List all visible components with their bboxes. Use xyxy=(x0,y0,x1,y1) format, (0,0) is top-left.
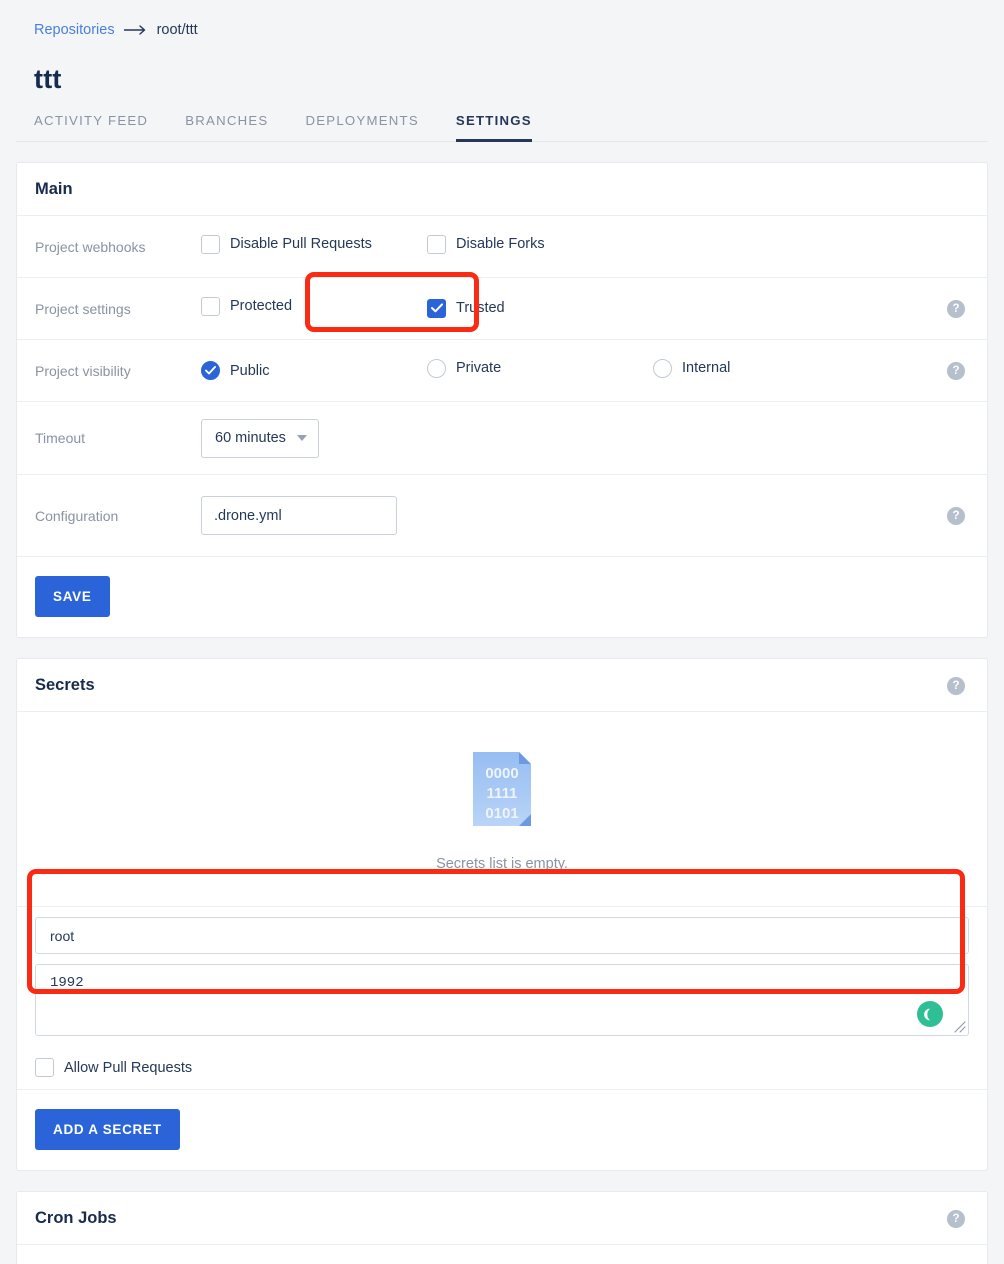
svg-text:0101: 0101 xyxy=(485,805,518,822)
secret-value-row: 1992 xyxy=(17,954,987,1046)
checkbox-box-icon xyxy=(427,298,446,318)
row-project-webhooks: Project webhooks Disable Pull Requests D… xyxy=(17,216,987,278)
configuration-field xyxy=(201,496,947,535)
main-card-title: Main xyxy=(35,180,73,198)
row-project-visibility: Project visibility Public Private Intern… xyxy=(17,340,987,402)
secret-value-wrapper: 1992 xyxy=(35,964,969,1036)
tab-settings[interactable]: SETTINGS xyxy=(455,113,532,142)
tab-branches[interactable]: BRANCHES xyxy=(185,113,268,142)
tab-bar: ACTIVITY FEED BRANCHES DEPLOYMENTS SETTI… xyxy=(16,113,988,142)
radio-label: Internal xyxy=(682,360,731,376)
radio-label: Public xyxy=(230,362,270,379)
main-settings-card: Main Project webhooks Disable Pull Reque… xyxy=(16,162,988,638)
cron-card-body xyxy=(17,1245,987,1264)
radio-private[interactable]: Private xyxy=(427,358,502,378)
timeout-select[interactable]: 60 minutes xyxy=(201,418,319,458)
secrets-card-header: Secrets ? xyxy=(17,659,987,712)
allow-pull-requests-row: Allow Pull Requests xyxy=(17,1046,987,1090)
configuration-input[interactable] xyxy=(201,496,397,535)
tab-deployments[interactable]: DEPLOYMENTS xyxy=(305,113,418,142)
checkbox-label: Trusted xyxy=(456,300,505,317)
radio-circle-icon xyxy=(201,361,220,380)
checkbox-box-icon xyxy=(35,1058,54,1077)
breadcrumb-repositories-link[interactable]: Repositories xyxy=(34,22,115,38)
page-title: ttt xyxy=(34,64,62,94)
svg-text:1111: 1111 xyxy=(487,785,518,802)
secrets-empty-state: 0000 1111 0101 Secrets list is empty. xyxy=(17,712,987,907)
row-project-settings: Project settings Protected Trusted ? xyxy=(17,278,987,340)
save-button[interactable]: SAVE xyxy=(35,576,110,617)
arrow-right-icon xyxy=(123,25,148,35)
row-configuration: Configuration ? xyxy=(17,475,987,557)
secrets-card-title: Secrets xyxy=(35,676,95,694)
breadcrumb-current: root/ttt xyxy=(156,22,198,38)
project-webhooks-options: Disable Pull Requests Disable Forks xyxy=(201,234,965,259)
secrets-card: Secrets ? 0000 1111 0101 Secrets list is… xyxy=(16,658,988,1171)
help-icon-project-visibility[interactable]: ? xyxy=(947,361,965,380)
secret-name-row xyxy=(17,907,987,954)
cron-card-header: Cron Jobs ? xyxy=(17,1192,987,1245)
main-save-row: SAVE xyxy=(17,557,987,637)
tab-activity-feed[interactable]: ACTIVITY FEED xyxy=(34,113,148,142)
svg-text:0000: 0000 xyxy=(485,765,518,782)
chevron-down-icon xyxy=(297,435,307,441)
help-icon-project-settings[interactable]: ? xyxy=(947,299,965,318)
help-icon-configuration[interactable]: ? xyxy=(947,506,965,525)
secret-name-input[interactable] xyxy=(35,917,969,954)
checkbox-label: Disable Pull Requests xyxy=(230,236,372,252)
row-label-project-webhooks: Project webhooks xyxy=(35,238,146,255)
row-label-project-settings: Project settings xyxy=(35,300,131,317)
checkbox-label: Protected xyxy=(230,298,293,314)
checkbox-box-icon xyxy=(427,234,446,254)
checkbox-protected[interactable]: Protected xyxy=(201,296,293,316)
breadcrumb: Repositories root/ttt xyxy=(16,0,988,38)
help-icon-cron-jobs[interactable]: ? xyxy=(947,1209,965,1228)
row-label-project-visibility: Project visibility xyxy=(35,362,131,379)
radio-internal[interactable]: Internal xyxy=(653,358,731,378)
loading-spinner-icon[interactable] xyxy=(917,1001,943,1027)
radio-public[interactable]: Public xyxy=(201,361,270,380)
project-settings-options: Protected Trusted xyxy=(201,296,947,321)
checkbox-disable-pull-requests[interactable]: Disable Pull Requests xyxy=(201,234,372,254)
settings-page: Repositories root/ttt ttt ACTIVITY FEED … xyxy=(0,0,1004,1264)
radio-circle-icon xyxy=(427,358,446,378)
binary-file-icon: 0000 1111 0101 xyxy=(471,750,533,828)
radio-label: Private xyxy=(456,360,502,376)
help-icon-secrets[interactable]: ? xyxy=(947,676,965,695)
timeout-select-value: 60 minutes xyxy=(215,430,286,446)
checkbox-label: Allow Pull Requests xyxy=(64,1059,193,1076)
checkbox-label: Disable Forks xyxy=(456,236,545,252)
cron-jobs-card: Cron Jobs ? xyxy=(16,1191,988,1264)
checkbox-disable-forks[interactable]: Disable Forks xyxy=(427,234,545,254)
secrets-empty-text: Secrets list is empty. xyxy=(436,856,568,872)
project-visibility-options: Public Private Internal xyxy=(201,358,947,383)
checkbox-box-icon xyxy=(201,296,220,316)
secret-value-textarea[interactable]: 1992 xyxy=(35,964,969,1036)
add-a-secret-button[interactable]: ADD A SECRET xyxy=(35,1109,180,1150)
checkbox-trusted[interactable]: Trusted xyxy=(427,298,505,318)
row-label-configuration: Configuration xyxy=(35,507,119,524)
timeout-field: 60 minutes xyxy=(201,418,965,458)
cron-card-title: Cron Jobs xyxy=(35,1209,117,1227)
radio-circle-icon xyxy=(653,358,672,378)
checkbox-box-icon xyxy=(201,234,220,254)
main-card-header: Main xyxy=(17,163,987,216)
checkbox-allow-pull-requests[interactable]: Allow Pull Requests xyxy=(35,1058,192,1077)
add-secret-row: ADD A SECRET xyxy=(17,1090,987,1170)
row-timeout: Timeout 60 minutes xyxy=(17,402,987,475)
row-label-timeout: Timeout xyxy=(35,430,86,446)
